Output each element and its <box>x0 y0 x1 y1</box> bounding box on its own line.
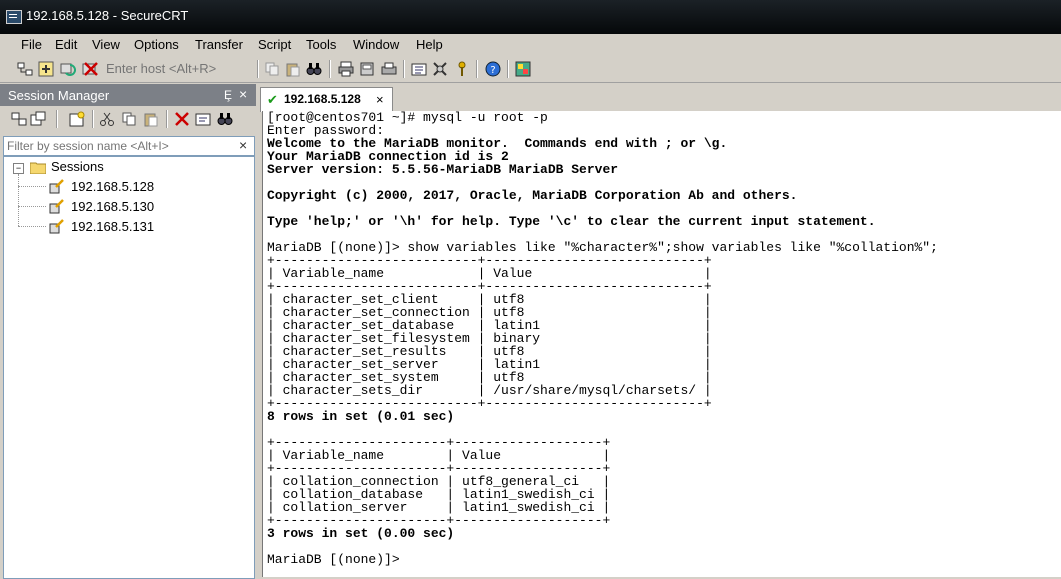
disconnect-icon[interactable] <box>82 61 98 77</box>
paste-icon[interactable] <box>285 61 301 77</box>
copy-icon[interactable] <box>121 111 137 127</box>
print-setup-icon[interactable] <box>381 61 397 77</box>
session-manager-header: Session Manager Ȩ × <box>0 84 256 106</box>
toolbar-separator <box>92 110 93 128</box>
session-filter: × <box>3 136 255 156</box>
session-options-icon[interactable] <box>411 61 427 77</box>
print-selection-icon[interactable] <box>359 61 375 77</box>
session-item[interactable]: 192.168.5.131 <box>49 218 249 236</box>
terminal-output: [root@centos701 ~]# mysql -u root -p Ent… <box>267 111 938 566</box>
session-manager-title: Session Manager <box>8 88 110 103</box>
session-icon <box>49 199 64 214</box>
sessions-folder[interactable]: Sessions <box>51 159 104 174</box>
quick-connect-icon[interactable] <box>38 61 54 77</box>
menu-file[interactable]: File <box>21 37 42 52</box>
tree-connector <box>18 206 46 208</box>
main-toolbar: ? <box>0 56 1061 83</box>
window-title: 192.168.5.128 - SecureCRT <box>26 8 189 23</box>
toolbar-separator <box>329 60 330 78</box>
menu-tools[interactable]: Tools <box>306 37 336 52</box>
new-session-icon[interactable] <box>69 111 85 127</box>
connect-icon[interactable] <box>17 61 33 77</box>
session-label: 192.168.5.131 <box>71 219 155 234</box>
session-manager-toolbar <box>0 106 256 134</box>
terminal-line: Copyright (c) 2000, 2017, Oracle, MariaD… <box>267 188 798 203</box>
tree-connector <box>18 174 20 226</box>
menu-options[interactable]: Options <box>134 37 179 52</box>
menu-help[interactable]: Help <box>416 37 443 52</box>
session-icon <box>49 219 64 234</box>
tab-192-168-5-128[interactable]: ✔ 192.168.5.128 × <box>260 87 393 112</box>
menu-window[interactable]: Window <box>353 37 399 52</box>
tab-label: 192.168.5.128 <box>284 92 361 106</box>
connect-icon[interactable] <box>11 111 27 127</box>
menu-view[interactable]: View <box>92 37 120 52</box>
tile-icon[interactable] <box>515 61 531 77</box>
session-item[interactable]: 192.168.5.128 <box>49 178 249 196</box>
menu-script[interactable]: Script <box>258 37 291 52</box>
terminal-line: 8 rows in set (0.01 sec) <box>267 409 455 424</box>
toolbar-separator <box>257 60 258 78</box>
tree-connector <box>18 226 46 228</box>
close-tab-icon[interactable]: × <box>376 92 384 107</box>
session-tab-bar: ✔ 192.168.5.128 × <box>258 84 1061 112</box>
connected-check-icon: ✔ <box>267 92 278 107</box>
session-label: 192.168.5.130 <box>71 199 155 214</box>
pin-icon[interactable]: Ȩ <box>224 88 232 102</box>
folder-icon <box>30 162 46 174</box>
session-label: 192.168.5.128 <box>71 179 155 194</box>
delete-icon[interactable] <box>174 111 190 127</box>
global-options-icon[interactable] <box>432 61 448 77</box>
cut-icon[interactable] <box>99 111 115 127</box>
find-icon[interactable] <box>217 111 233 127</box>
enter-host-input[interactable] <box>106 60 256 77</box>
securecrt-app-icon <box>6 10 22 24</box>
session-icon <box>49 179 64 194</box>
collapse-toggle-icon[interactable]: − <box>13 163 24 174</box>
session-filter-input[interactable] <box>7 138 232 153</box>
menu-bar: File Edit View Options Transfer Script T… <box>0 34 1061 56</box>
clear-filter-icon[interactable]: × <box>239 137 247 153</box>
menu-transfer[interactable]: Transfer <box>195 37 243 52</box>
terminal-line: MariaDB [(none)]> <box>267 552 408 567</box>
toolbar-separator <box>166 110 167 128</box>
help-icon[interactable]: ? <box>485 61 501 77</box>
close-icon[interactable]: × <box>239 86 247 102</box>
session-manager-panel: Session Manager Ȩ × × − Sessions 192.168… <box>0 84 256 579</box>
toolbar-separator <box>56 110 57 128</box>
copy-icon[interactable] <box>264 61 280 77</box>
toolbar-separator <box>403 60 404 78</box>
terminal-line: Type 'help;' or '\h' for help. Type '\c'… <box>267 214 876 229</box>
connect-in-tab-icon[interactable] <box>30 111 46 127</box>
svg-text:?: ? <box>490 65 495 76</box>
session-item[interactable]: 192.168.5.130 <box>49 198 249 216</box>
find-icon[interactable] <box>306 61 322 77</box>
toolbar-separator <box>476 60 477 78</box>
menu-edit[interactable]: Edit <box>55 37 77 52</box>
terminal-line: 3 rows in set (0.00 sec) <box>267 526 455 541</box>
properties-icon[interactable] <box>195 111 211 127</box>
tree-connector <box>18 186 46 188</box>
terminal-line: Server version: 5.5.56-MariaDB MariaDB S… <box>267 162 619 177</box>
print-icon[interactable] <box>338 61 354 77</box>
reconnect-icon[interactable] <box>60 61 76 77</box>
terminal-area[interactable]: [root@centos701 ~]# mysql -u root -p Ent… <box>262 111 1061 577</box>
key-icon[interactable] <box>454 61 470 77</box>
paste-icon[interactable] <box>143 111 159 127</box>
toolbar-separator <box>507 60 508 78</box>
title-bar: 192.168.5.128 - SecureCRT <box>0 0 1061 34</box>
session-tree: − Sessions 192.168.5.128 192.168.5.130 1… <box>3 156 255 579</box>
